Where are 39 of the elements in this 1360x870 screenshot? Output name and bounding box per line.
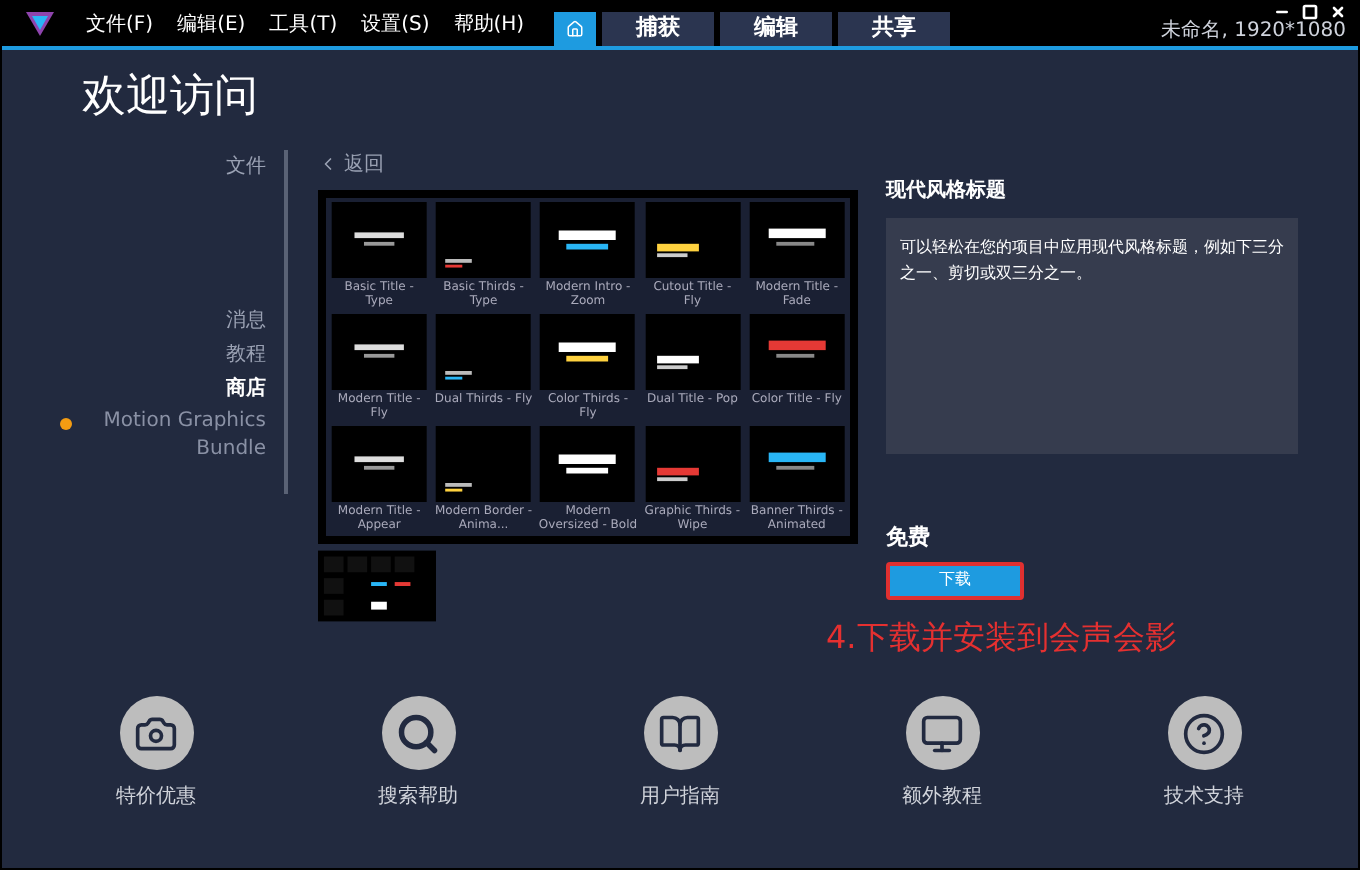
sidebar-item[interactable]: Motion Graphics Bundle xyxy=(82,408,266,464)
footer-label[interactable]: 用户指南 xyxy=(640,782,720,812)
footer-icon-button[interactable] xyxy=(643,696,717,770)
home-icon xyxy=(566,20,585,38)
menu-item[interactable]: 工具(T) xyxy=(269,9,338,39)
menu-item[interactable]: 编辑(E) xyxy=(177,9,246,39)
logo-icon xyxy=(26,12,54,36)
sidebar-item[interactable]: 消息 xyxy=(226,304,266,338)
menu-item[interactable]: 文件(F) xyxy=(86,9,154,39)
footer-icon-button[interactable] xyxy=(381,696,455,770)
tab[interactable]: 编辑 xyxy=(720,12,833,46)
monitor-icon xyxy=(920,711,964,755)
sidebar-item[interactable]: 商店 xyxy=(226,372,266,406)
footer-icon-button[interactable] xyxy=(119,696,193,770)
search-icon xyxy=(396,711,440,755)
close-icon[interactable] xyxy=(1330,4,1346,20)
footer-label[interactable]: 搜索帮助 xyxy=(378,782,458,812)
menu-item[interactable]: 帮助(H) xyxy=(453,9,525,39)
footer-label[interactable]: 技术支持 xyxy=(1164,782,1244,812)
footer-icon-button[interactable] xyxy=(1167,696,1241,770)
sidebar-item[interactable]: 教程 xyxy=(226,338,266,372)
project-info: 未命名, 1920*1080 xyxy=(1161,20,1346,44)
footer-icon-button[interactable] xyxy=(905,696,979,770)
product-title: 现代风格标题 xyxy=(886,177,1008,206)
sidebar-item[interactable]: 文件 xyxy=(226,150,266,184)
home-tab[interactable] xyxy=(554,12,597,46)
tab[interactable]: 捕获 xyxy=(602,12,715,46)
footer-label[interactable]: 特价优惠 xyxy=(116,782,196,812)
tab[interactable]: 共享 xyxy=(838,12,951,46)
price: 免费 xyxy=(886,522,932,554)
product-description: 可以轻松在您的项目中应用现代风格标题，例如下三分之一、剪切或双三分之一。 xyxy=(886,218,1298,454)
maximize-icon[interactable] xyxy=(1302,4,1318,20)
page-title: 欢迎访问 xyxy=(82,70,260,126)
footer-label[interactable]: 额外教程 xyxy=(902,782,982,812)
back-link[interactable]: 返回 xyxy=(344,149,384,179)
help-icon xyxy=(1182,711,1226,755)
book-icon xyxy=(658,711,702,755)
annotation-text: 4.下载并安装到会声会影 xyxy=(826,615,1179,659)
menu-item[interactable]: 设置(S) xyxy=(361,9,430,39)
